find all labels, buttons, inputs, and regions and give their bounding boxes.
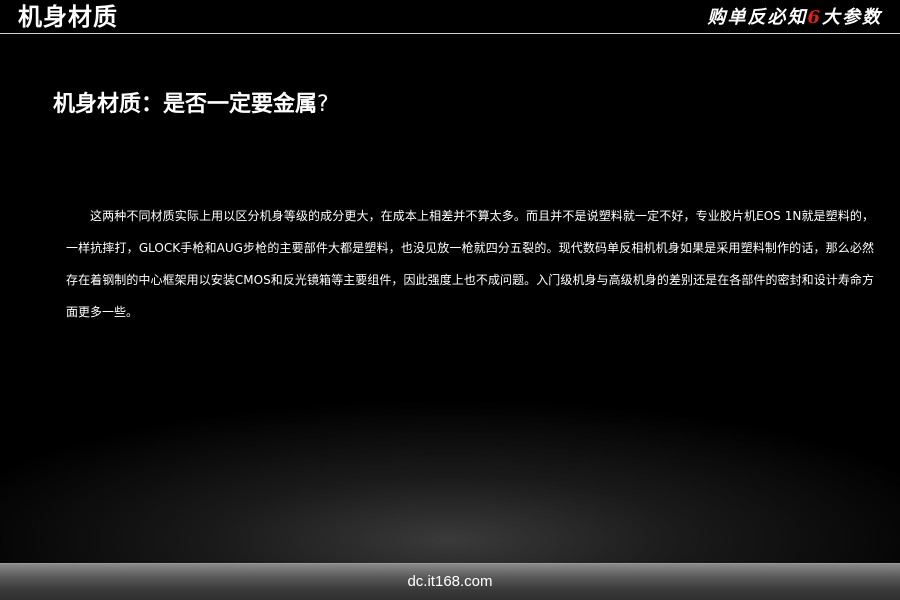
footer-bar: dc.it168.com <box>0 563 900 600</box>
slide: 机身材质 购单反必知6大参数 机身材质：是否一定要金属? 这两种不同材质实际上用… <box>0 0 900 600</box>
header-title: 机身材质 <box>18 3 118 31</box>
slogan-text-start: 购单反必知 <box>707 7 808 28</box>
header-slogan: 购单反必知6大参数 <box>707 6 882 30</box>
body-paragraph: 这两种不同材质实际上用以区分机身等级的成分更大，在成本上相差并不算太多。而且并不… <box>66 209 874 319</box>
section-heading-text: 机身材质：是否一定要金属 <box>53 92 318 117</box>
footer-url: dc.it168.com <box>407 573 493 590</box>
slogan-text-end: 大参数 <box>822 7 882 28</box>
slogan-number: 6 <box>807 7 822 28</box>
section-heading: 机身材质：是否一定要金属? <box>53 88 329 122</box>
header-bar: 机身材质 购单反必知6大参数 <box>0 0 900 34</box>
section-heading-qmark: ? <box>317 92 329 117</box>
